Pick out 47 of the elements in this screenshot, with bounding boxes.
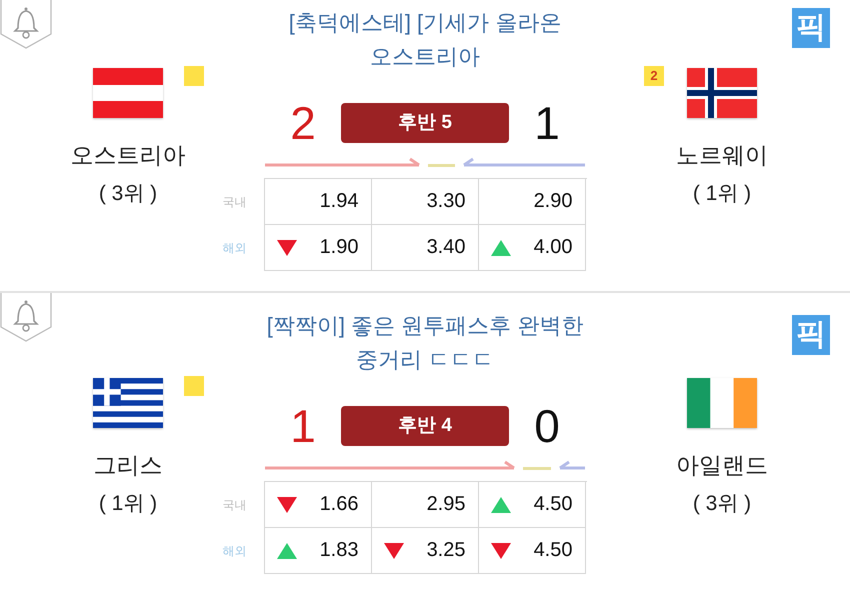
trend-line [523, 466, 551, 470]
odds-source-label: 국내 [222, 194, 246, 211]
match-status-badge: 후반 4 [341, 406, 509, 446]
team-rank: ( 1위 ) [98, 491, 158, 517]
odds-cell[interactable]: 1.94 [264, 179, 372, 225]
down-triangle-icon [384, 543, 404, 559]
flag-icon [687, 68, 757, 118]
down-triangle-icon [276, 497, 296, 513]
odds-cell[interactable]: 3.25 [372, 528, 478, 574]
odds-cell[interactable]: 1.66 [264, 482, 372, 528]
flag-icon [93, 68, 163, 118]
odds-source-label: 해외 [222, 240, 246, 257]
team-name: 그리스 [94, 451, 162, 480]
odds-cell[interactable]: 2.95 [372, 482, 478, 528]
match-status-badge: 후반 5 [341, 103, 509, 143]
away-score: 1 [533, 98, 561, 148]
flag-icon [93, 378, 163, 428]
up-triangle-icon [276, 543, 296, 559]
alarm-bell-icon[interactable] [0, 0, 52, 50]
odds-cell[interactable]: 3.30 [372, 179, 478, 225]
away-score: 0 [533, 401, 561, 451]
odds-cell[interactable]: 1.90 [264, 225, 372, 271]
home-score: 1 [289, 401, 317, 451]
match-headline[interactable]: [축덕에스테] [기세가 올라온 오스트리아 [288, 6, 562, 74]
up-triangle-icon [490, 240, 510, 256]
odds-cell[interactable]: 4.50 [478, 528, 586, 574]
odds-cell[interactable]: 2.90 [478, 179, 586, 225]
team-name: 오스트리아 [70, 141, 186, 170]
odds-cell[interactable]: 1.83 [264, 528, 372, 574]
team-name: 노르웨이 [676, 141, 768, 170]
up-triangle-icon [490, 497, 510, 513]
team-rank: ( 3위 ) [98, 181, 158, 207]
odds-source-label: 국내 [222, 497, 246, 514]
odds-cell[interactable]: 3.40 [372, 225, 478, 271]
down-triangle-icon [490, 543, 510, 559]
odds-source-label: 해외 [222, 543, 246, 560]
trend-line [428, 164, 455, 166]
team-name: 아일랜드 [676, 451, 768, 480]
match-headline[interactable]: [짝짝이] 좋은 원투패스후 완벽한 중거리 ㄷㄷㄷ [266, 309, 584, 377]
alarm-bell-icon[interactable] [0, 293, 52, 343]
odds-cell[interactable]: 4.50 [478, 482, 586, 528]
odds-cell[interactable]: 4.00 [478, 225, 586, 271]
team-rank: ( 1위 ) [692, 181, 752, 207]
team-rank: ( 3위 ) [692, 491, 752, 517]
down-triangle-icon [276, 240, 296, 256]
home-score: 2 [289, 98, 317, 148]
card-count-badge: 2 [644, 66, 664, 86]
